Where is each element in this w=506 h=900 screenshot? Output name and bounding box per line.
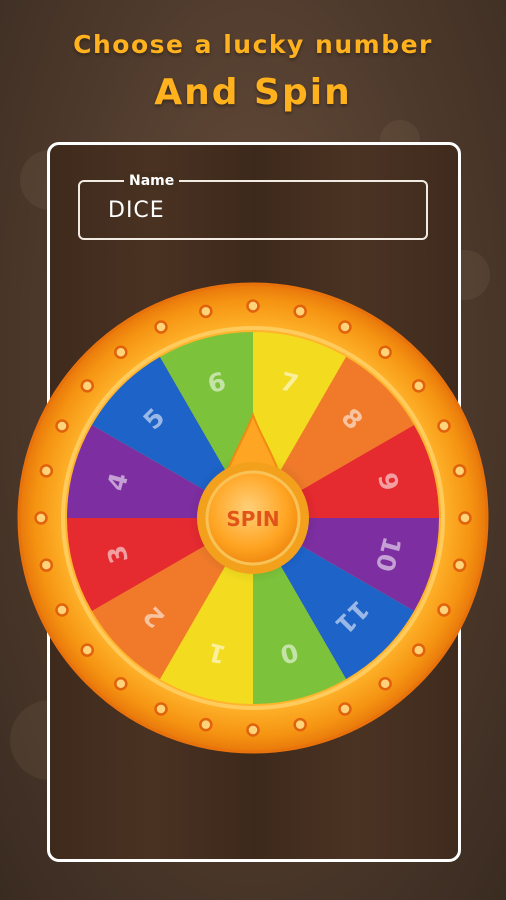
rim-light bbox=[154, 702, 168, 716]
rim-light bbox=[458, 511, 472, 525]
rim-light bbox=[293, 717, 307, 732]
rim-light bbox=[378, 345, 392, 360]
rim-light bbox=[55, 419, 69, 433]
rim-light bbox=[452, 464, 467, 478]
rim-light bbox=[246, 723, 260, 737]
rim-light bbox=[154, 320, 168, 334]
rim-light bbox=[411, 379, 426, 393]
rim-light bbox=[437, 603, 451, 617]
rim-light bbox=[199, 304, 213, 319]
rim-light bbox=[246, 299, 260, 313]
rim-light bbox=[437, 419, 451, 433]
rim-light bbox=[114, 345, 128, 360]
rim-light bbox=[39, 464, 54, 478]
rim-light bbox=[411, 643, 426, 657]
rim-light bbox=[199, 717, 213, 732]
rim-light bbox=[39, 558, 54, 572]
rim-light bbox=[452, 558, 467, 572]
rim-light bbox=[338, 320, 352, 334]
rim-light bbox=[80, 379, 95, 393]
spin-label: SPIN bbox=[226, 507, 279, 531]
rim-light bbox=[338, 702, 352, 716]
rim-light bbox=[293, 304, 307, 319]
rim-light bbox=[378, 676, 392, 691]
spin-wheel: 78910110123456 SPIN bbox=[17, 282, 489, 754]
rim-light bbox=[34, 511, 48, 525]
rim-light bbox=[55, 603, 69, 617]
rim-light bbox=[80, 643, 95, 657]
rim-light bbox=[114, 676, 128, 691]
